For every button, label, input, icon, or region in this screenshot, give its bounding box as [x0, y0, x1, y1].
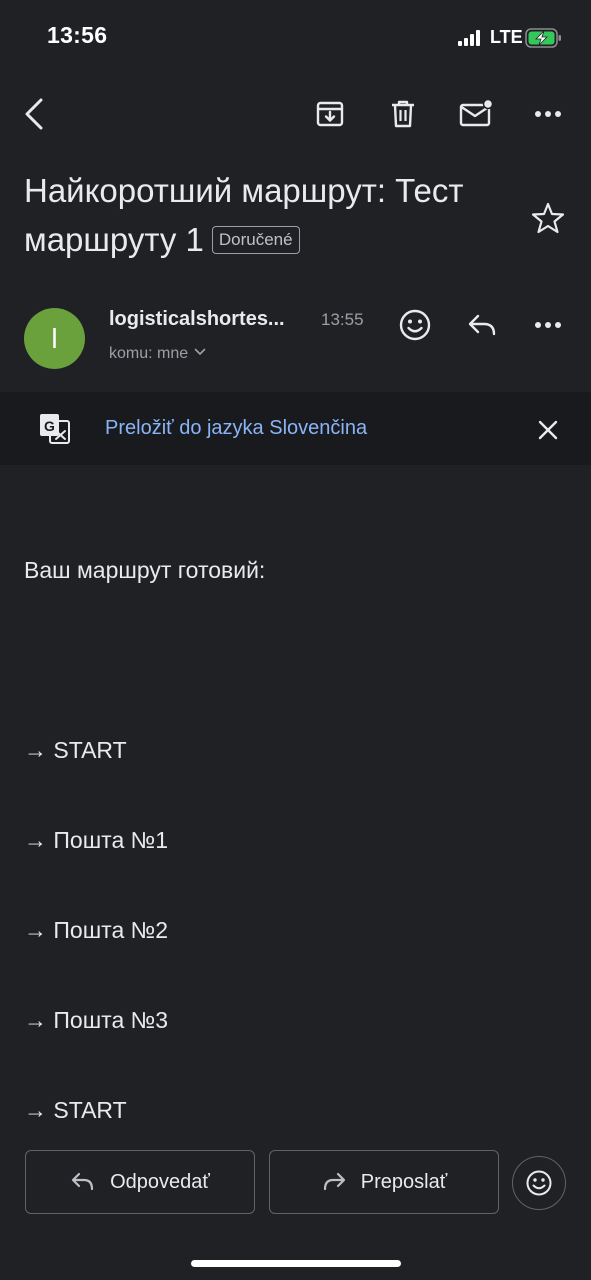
recipient-toggle[interactable]: komu: mne: [109, 345, 206, 363]
sender-avatar[interactable]: l: [24, 308, 85, 369]
route-step: → Пошта №3: [24, 1007, 169, 1033]
message-more-icon[interactable]: [528, 303, 568, 347]
reply-button[interactable]: Odpovedať: [25, 1150, 255, 1214]
translate-link[interactable]: Preložiť do jazyka Slovenčina: [105, 417, 367, 440]
email-subject: Найкоротший маршрут: Тест маршруту 1 Doru…: [24, 166, 514, 264]
back-icon[interactable]: [14, 92, 54, 136]
status-time: 13:56: [47, 22, 108, 48]
sent-time: 13:55: [321, 310, 364, 329]
signal-icon: [458, 30, 482, 46]
route-step: → Пошта №1: [24, 827, 169, 853]
route-step: → Пошта №2: [24, 917, 169, 943]
route-step: → START: [24, 1097, 127, 1123]
forward-label: Preposlať: [360, 1170, 448, 1193]
forward-button[interactable]: Preposlať: [269, 1150, 499, 1214]
battery-charging-icon: [525, 27, 563, 49]
network-label: LTE: [490, 27, 523, 47]
chevron-down-icon: [194, 345, 206, 359]
body-intro: Ваш маршрут готовий:: [24, 557, 266, 583]
translate-icon: G: [38, 412, 72, 446]
smiley-icon: [526, 1170, 552, 1196]
mark-unread-icon[interactable]: [456, 92, 496, 136]
star-icon[interactable]: [530, 200, 568, 238]
home-indicator[interactable]: [191, 1260, 401, 1267]
trash-icon[interactable]: [383, 92, 423, 136]
reply-label: Odpovedať: [110, 1170, 210, 1193]
emoji-reaction-button[interactable]: [512, 1156, 566, 1210]
forward-icon: [323, 1172, 345, 1191]
more-icon[interactable]: [528, 92, 568, 136]
archive-icon[interactable]: [310, 92, 350, 136]
sender-name[interactable]: logisticalshortes...: [109, 308, 285, 331]
email-body: Ваш маршрут готовий: → START → Пошта №1 …: [24, 495, 265, 1155]
inbox-label-chip[interactable]: Doručené: [211, 226, 300, 254]
route-step: → START: [24, 737, 127, 763]
emoji-reaction-icon[interactable]: [395, 303, 435, 347]
reply-icon: [71, 1172, 94, 1191]
svg-text:G: G: [44, 418, 55, 434]
close-icon[interactable]: [528, 408, 568, 452]
reply-icon[interactable]: [462, 303, 502, 347]
recipient-text: komu: mne: [109, 345, 189, 362]
